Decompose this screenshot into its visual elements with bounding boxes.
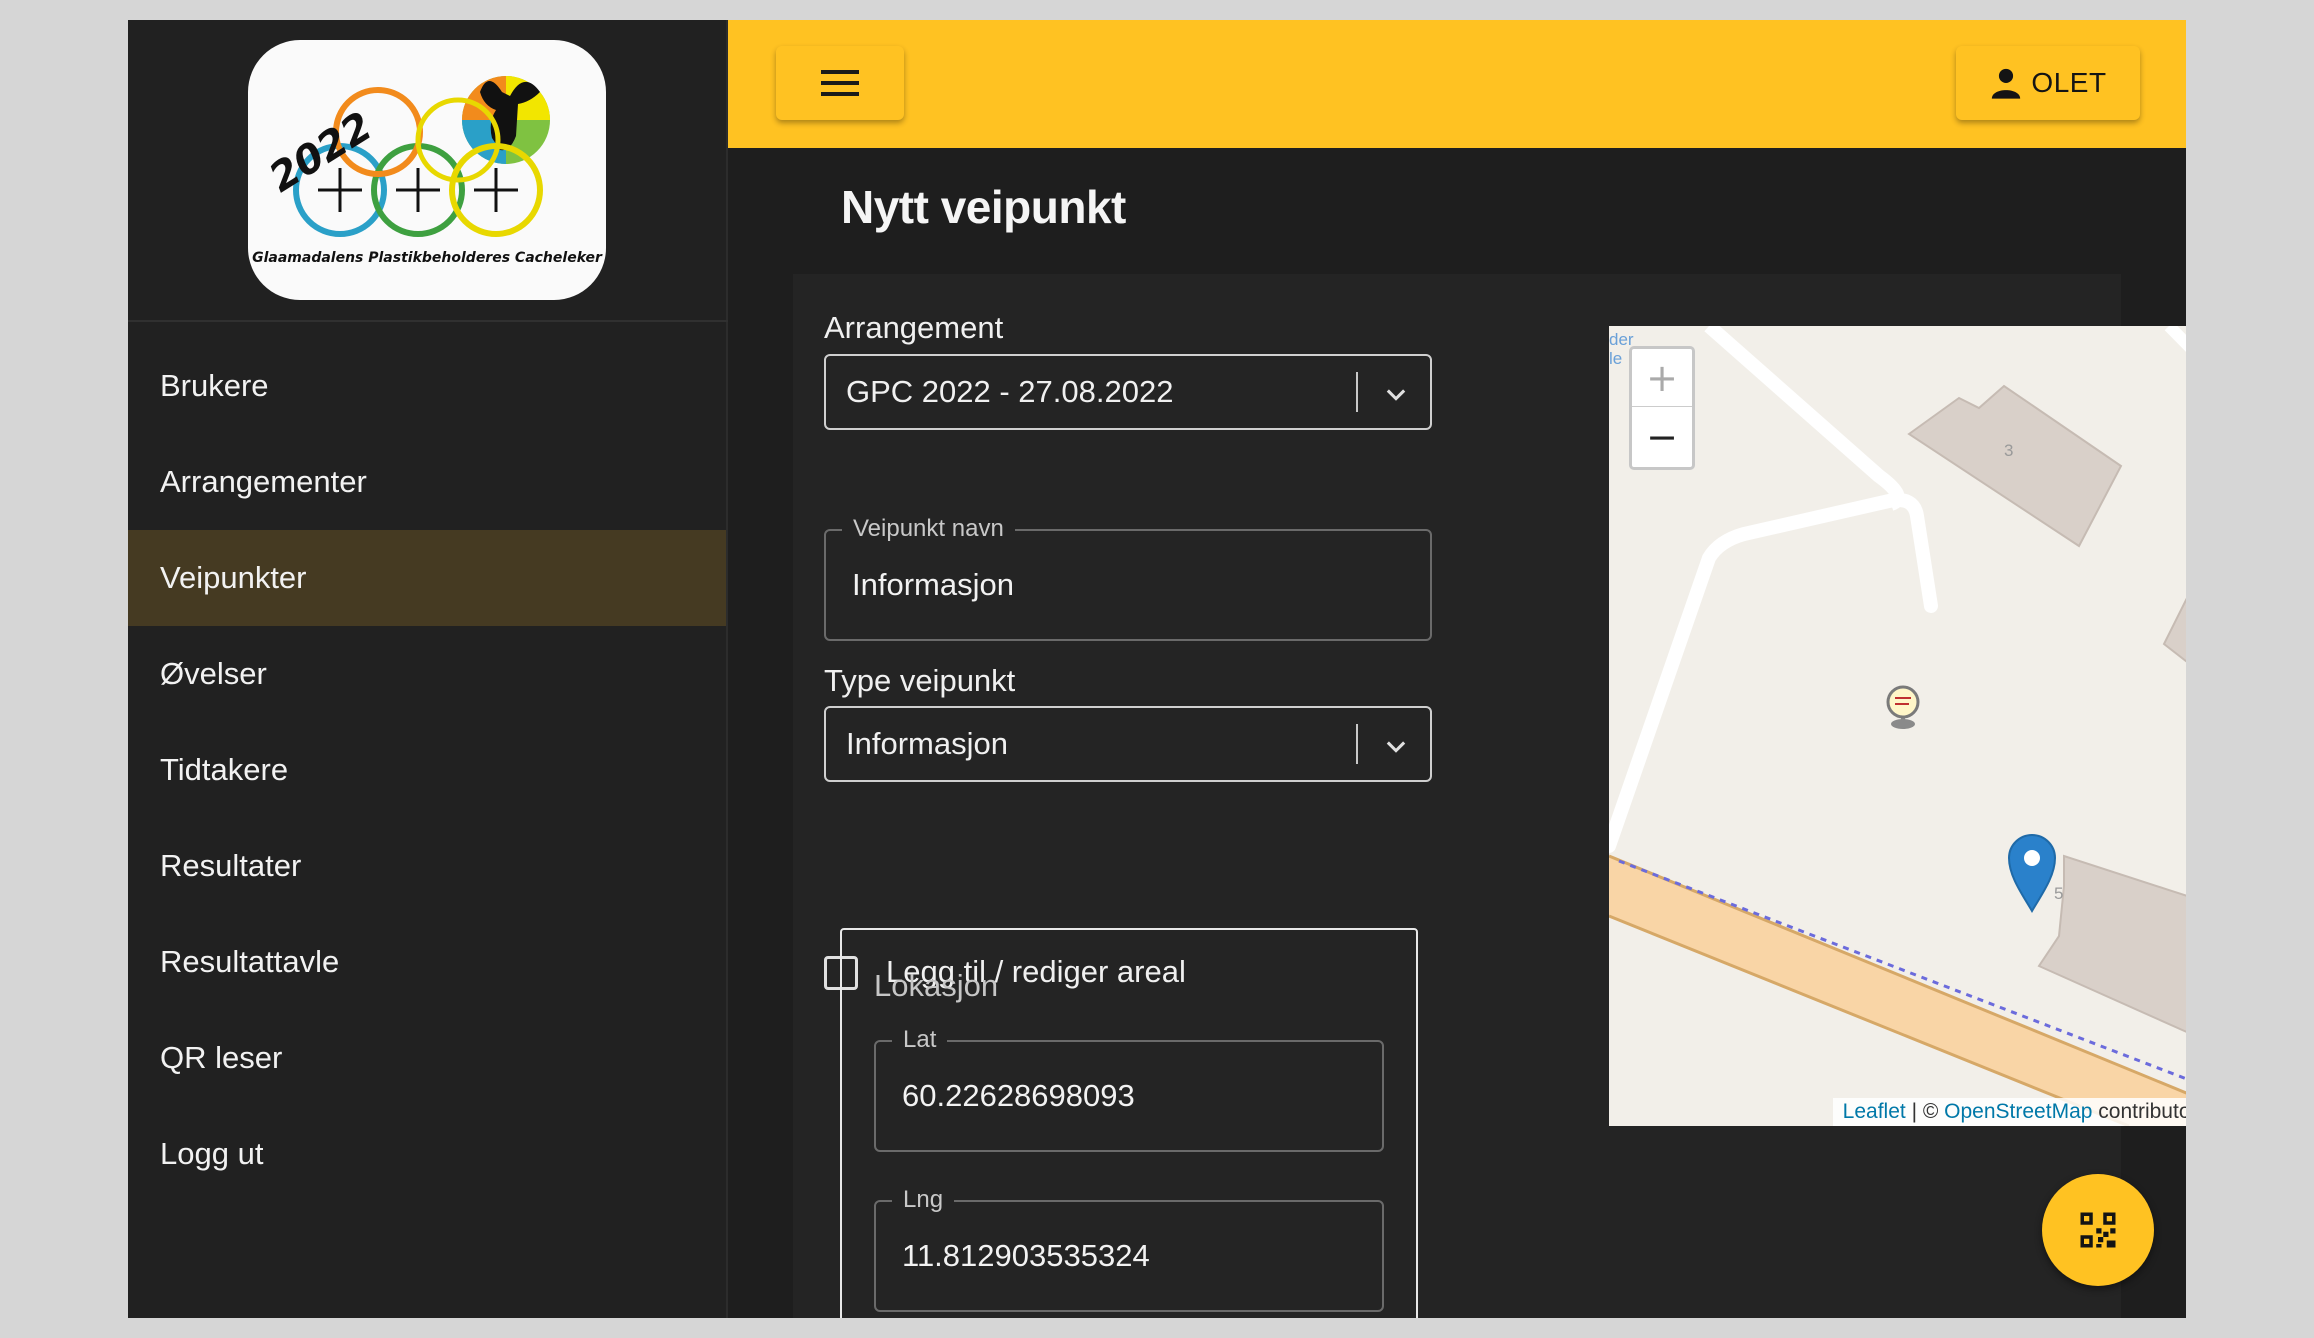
zoom-in-button[interactable]: + [1632, 349, 1692, 407]
sidebar: 2022 Glaamadalens Plastikbeholderes Cach… [128, 20, 728, 1318]
chevron-down-icon [1386, 741, 1406, 753]
sidebar-item-veipunkter[interactable]: Veipunkter [128, 530, 726, 626]
qr-code-icon [2080, 1212, 2116, 1248]
arrangement-label: Arrangement [824, 310, 1004, 345]
arrangement-select[interactable]: GPC 2022 - 27.08.2022 [824, 354, 1432, 430]
user-button[interactable]: OLET [1956, 46, 2140, 120]
building-label: 5 [2054, 884, 2064, 903]
page-title: Nytt veipunkt [841, 181, 1126, 233]
select-separator [1356, 724, 1358, 764]
person-icon [1992, 68, 2021, 99]
zoom-control: + − [1629, 346, 1695, 470]
sidebar-item-arrangementer[interactable]: Arrangementer [128, 434, 726, 530]
sidebar-item-resultater[interactable]: Resultater [128, 818, 726, 914]
veipunkt-navn-input[interactable]: Informasjon [852, 531, 1014, 639]
lokasjon-title: Lokasjon [874, 968, 999, 1003]
sidebar-item-tidtakere[interactable]: Tidtakere [128, 722, 726, 818]
sidebar-item-logg-ut[interactable]: Logg ut [128, 1106, 726, 1202]
logo-caption: Glaamadalens Plastikbeholderes Cacheleke… [252, 250, 602, 266]
select-separator [1356, 372, 1358, 412]
sidebar-item-brukere[interactable]: Brukere [128, 338, 726, 434]
type-veipunkt-select[interactable]: Informasjon [824, 706, 1432, 782]
map-attribution: Leaflet | © OpenStreetMap contributors [1832, 1098, 2186, 1126]
sidebar-divider [128, 320, 728, 322]
logo: 2022 Glaamadalens Plastikbeholderes Cach… [248, 40, 606, 300]
building-label: 3 [2004, 441, 2014, 460]
qr-scan-button[interactable] [2042, 1174, 2154, 1286]
lokasjon-panel: Lokasjon Lat 60.22628698093 Lng 11.81290… [840, 928, 1418, 1318]
menu-button[interactable] [776, 46, 904, 120]
lat-input[interactable]: 60.22628698093 [902, 1042, 1135, 1150]
zoom-out-button[interactable]: − [1632, 408, 1692, 466]
map[interactable]: 3 11 5 der le + − Leaflet | © OpenStreet… [1609, 326, 2186, 1126]
sidebar-item-qr-leser[interactable]: QR leser [128, 1010, 726, 1106]
page-header: Nytt veipunkt [793, 148, 2121, 274]
app-window: 2022 Glaamadalens Plastikbeholderes Cach… [128, 20, 2186, 1318]
hamburger-icon [821, 70, 859, 96]
veipunkt-navn-field[interactable]: Veipunkt navn Informasjon [824, 515, 1432, 641]
type-veipunkt-label: Type veipunkt [824, 663, 1016, 698]
lng-field[interactable]: Lng 11.812903535324 [874, 1186, 1384, 1312]
sidebar-item-ovelser[interactable]: Øvelser [128, 626, 726, 722]
map-tiles [1609, 326, 2186, 1126]
logo-year: 2022 [262, 104, 381, 202]
user-name: OLET [2031, 67, 2107, 98]
arrangement-value: GPC 2022 - 27.08.2022 [846, 374, 1174, 409]
osm-link[interactable]: OpenStreetMap [1944, 1100, 2092, 1123]
attribution-suffix: contributors [2098, 1100, 2186, 1123]
top-bar: OLET [728, 20, 2186, 148]
attribution-separator: | © [1905, 1100, 1945, 1123]
lat-field[interactable]: Lat 60.22628698093 [874, 1026, 1384, 1152]
leaflet-link[interactable]: Leaflet [1843, 1100, 1906, 1123]
type-veipunkt-value: Informasjon [846, 726, 1008, 761]
lng-input[interactable]: 11.812903535324 [902, 1202, 1150, 1310]
chevron-down-icon [1386, 389, 1406, 401]
sidebar-item-resultattavle[interactable]: Resultattavle [128, 914, 726, 1010]
